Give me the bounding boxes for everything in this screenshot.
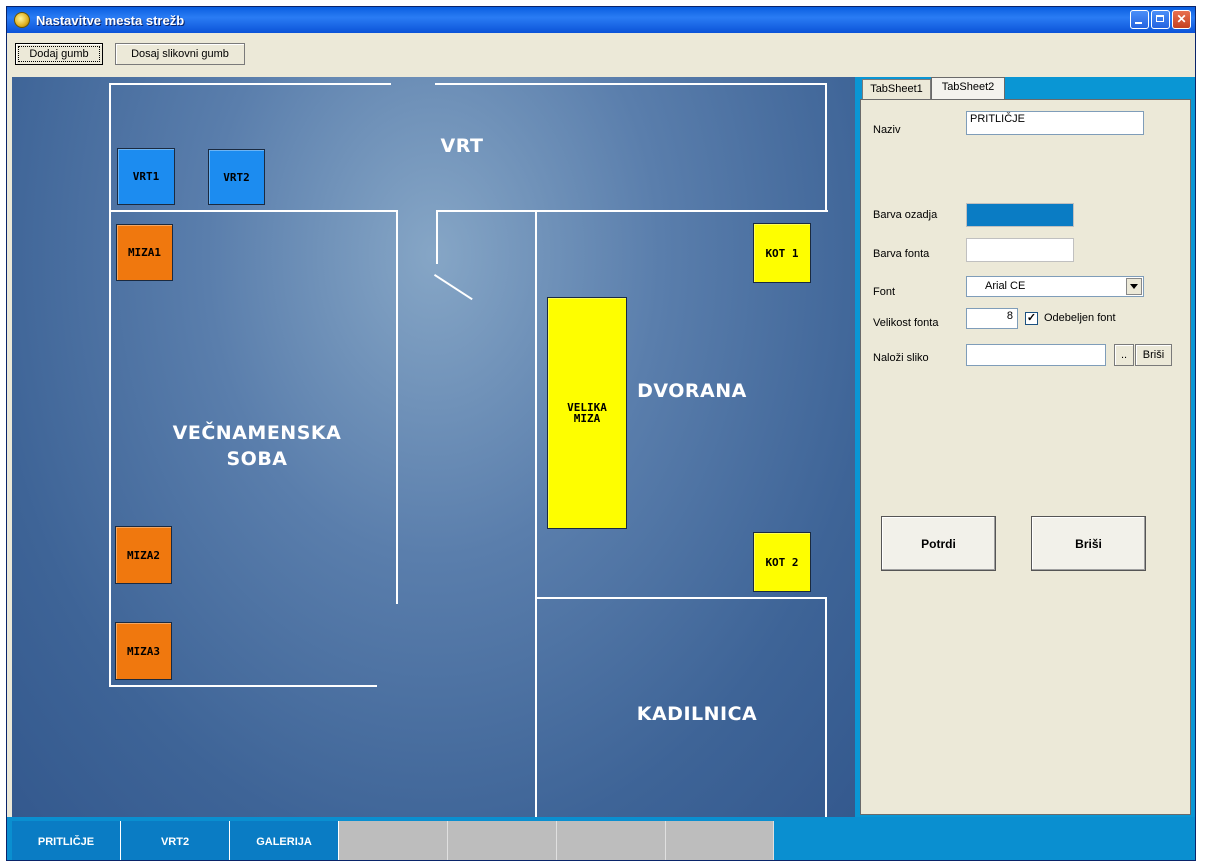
delete-button[interactable]: Briši — [1031, 516, 1146, 571]
room-label-kadilnica: KADILNICA — [636, 703, 758, 725]
table-vrt1[interactable]: VRT1 — [117, 148, 175, 205]
close-button[interactable]: ✕ — [1172, 10, 1191, 29]
room-label-vrt: VRT — [440, 135, 484, 157]
wall — [396, 210, 398, 604]
properties-panel: Naziv PRITLIČJE Barva ozadja Barva fonta… — [860, 99, 1191, 815]
tab-bar: TabSheet1 TabSheet2 — [855, 77, 1195, 100]
floor-tab-empty[interactable] — [339, 821, 448, 860]
wall — [436, 210, 828, 212]
door-wall — [433, 274, 473, 301]
wall — [537, 597, 827, 599]
table-miza1[interactable]: MIZA1 — [116, 224, 173, 281]
wall — [111, 210, 398, 212]
wall — [109, 83, 111, 687]
font-size-input[interactable]: 8 — [966, 308, 1018, 329]
tab-tabsheet1[interactable]: TabSheet1 — [862, 79, 931, 99]
window-title: Nastavitve mesta strežb — [36, 12, 185, 28]
bg-color-swatch[interactable] — [966, 203, 1074, 227]
font-select[interactable]: Arial CE — [966, 276, 1144, 297]
wall — [109, 685, 377, 687]
app-icon — [14, 12, 30, 28]
wall — [535, 210, 537, 817]
confirm-button[interactable]: Potrdi — [881, 516, 996, 571]
tab-tabsheet2[interactable]: TabSheet2 — [931, 77, 1005, 100]
title-bar: Nastavitve mesta strežb ✕ — [7, 7, 1195, 33]
font-color-swatch[interactable] — [966, 238, 1074, 262]
properties-frame: Naziv PRITLIČJE Barva ozadja Barva fonta… — [855, 99, 1195, 821]
table-miza2[interactable]: MIZA2 — [115, 526, 172, 584]
close-icon: ✕ — [1176, 12, 1187, 26]
window-controls: ✕ — [1130, 10, 1191, 29]
wall — [109, 83, 391, 85]
wall — [825, 597, 827, 817]
table-kot2[interactable]: KOT 2 — [753, 532, 811, 592]
naziv-input[interactable]: PRITLIČJE — [966, 111, 1144, 135]
toolbar: Dodaj gumb Dosaj slikovni gumb — [7, 33, 1195, 69]
table-miza3[interactable]: MIZA3 — [115, 622, 172, 680]
floor-tab-vrt2[interactable]: VRT2 — [121, 821, 230, 860]
image-path-input[interactable] — [966, 344, 1106, 366]
table-vrt2[interactable]: VRT2 — [208, 149, 265, 205]
chevron-down-icon[interactable] — [1126, 278, 1142, 295]
floor-tab-galerija[interactable]: GALERIJA — [230, 821, 339, 860]
maximize-icon — [1156, 15, 1164, 22]
wall — [435, 83, 827, 85]
font-label: Font — [873, 286, 896, 298]
wall — [436, 210, 438, 264]
room-label-dvorana: DVORANA — [637, 380, 747, 402]
main-window: Nastavitve mesta strežb ✕ Dodaj gumb Dos… — [6, 6, 1196, 861]
floor-tab-pritlicje[interactable]: PRITLIČJE — [12, 821, 121, 860]
bold-checkbox[interactable]: ✓ — [1025, 312, 1038, 325]
table-velika-miza[interactable]: VELIKA MIZA — [547, 297, 627, 529]
floor-plan: VRT1 VRT2 MIZA1 MIZA2 MIZA3 KOT 1 KOT 2 … — [12, 77, 855, 817]
minimize-icon — [1135, 22, 1142, 24]
floor-tab-empty[interactable] — [666, 821, 774, 860]
wall — [825, 83, 827, 211]
table-kot1[interactable]: KOT 1 — [753, 223, 811, 283]
add-image-button[interactable]: Dosaj slikovni gumb — [115, 43, 245, 65]
minimize-button[interactable] — [1130, 10, 1149, 29]
floor-tab-empty[interactable] — [448, 821, 557, 860]
font-size-label: Velikost fonta — [873, 317, 939, 329]
floor-tab-bar: PRITLIČJE VRT2 GALERIJA — [7, 817, 1195, 860]
floor-tab-empty[interactable] — [557, 821, 666, 860]
bg-color-label: Barva ozadja — [873, 209, 938, 221]
add-button[interactable]: Dodaj gumb — [15, 43, 103, 65]
font-color-label: Barva fonta — [873, 248, 930, 260]
browse-button[interactable]: .. — [1114, 344, 1134, 366]
clear-image-button[interactable]: Briši — [1135, 344, 1172, 366]
maximize-button[interactable] — [1151, 10, 1170, 29]
image-label: Naloži sliko — [873, 352, 929, 364]
font-select-value: Arial CE — [985, 280, 1026, 292]
room-label-vecnamenska-soba: VEČNAMENSKA SOBA — [172, 422, 342, 470]
bold-checkbox-label: Odebeljen font — [1044, 312, 1116, 324]
naziv-label: Naziv — [873, 124, 901, 136]
